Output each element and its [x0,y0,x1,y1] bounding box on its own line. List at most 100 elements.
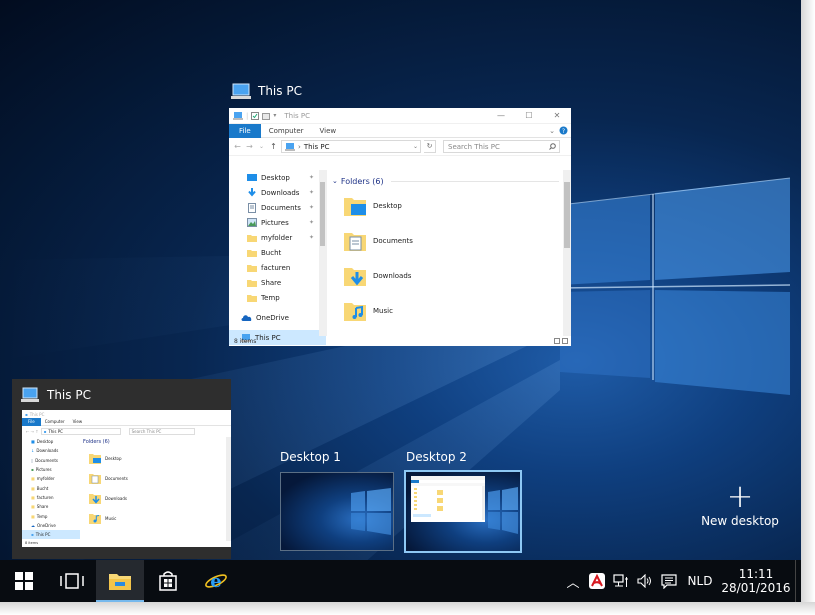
quick-access-dropdown-icon[interactable]: ▾ [273,112,276,119]
large-icons-view-icon[interactable] [562,338,568,344]
mini-nav-label: Downloads [36,448,59,454]
avira-tray-icon[interactable] [585,573,609,589]
folder-item-downloads[interactable]: Downloads [327,258,571,293]
mini-folder-icon: ■ [31,485,35,491]
tab-file[interactable]: File [229,123,261,138]
folder-icon [247,294,257,302]
mini-nav-item: ☁ OneDrive [22,521,80,530]
nav-item-facturen[interactable]: facturen [229,260,326,275]
downloads-folder-icon [344,267,366,286]
input-language-indicator[interactable]: NLD [681,574,719,588]
content-scroll-thumb[interactable] [564,182,570,248]
show-hidden-icons-chevron-icon[interactable]: ︿ [561,572,585,591]
minimize-icon[interactable]: — [487,111,515,120]
clock[interactable]: 11:11 28/01/2016 [719,567,793,595]
nav-item-onedrive[interactable]: OneDrive [229,310,326,325]
mini-nav-item: ■ Desktop [22,437,80,446]
network-tray-icon[interactable] [609,574,633,588]
ribbon-expand-icon[interactable]: ⌄ [549,127,555,135]
mini-nav-label: OneDrive [37,522,56,528]
window-title-bar[interactable]: This PC [230,80,302,102]
file-explorer-taskbar-button[interactable] [96,560,144,602]
back-arrow-icon[interactable]: ← [233,142,242,151]
mini-nav-item: ■ Bucht [22,483,80,492]
store-taskbar-button[interactable] [144,560,192,602]
pictures-folder-icon [247,218,257,227]
nav-item-desktop[interactable]: Desktop ✦ [229,170,326,185]
mini-group-header: Folders (6) [83,439,110,445]
start-icon [15,572,33,590]
nav-item-downloads[interactable]: Downloads ✦ [229,185,326,200]
new-desktop-label: New desktop [701,514,779,528]
mini-tab-view: View [72,418,83,424]
new-folder-icon[interactable] [262,112,271,120]
nav-pane-scrollbar[interactable] [319,170,326,336]
nav-item-myfolder[interactable]: myfolder ✦ [229,230,326,245]
folder-icon [247,264,257,272]
item-count: 8 items [234,337,257,345]
forward-arrow-icon[interactable]: → [245,142,254,151]
address-bar[interactable]: › This PC ⌄ [281,140,421,153]
maximize-icon[interactable]: ☐ [515,111,543,120]
up-arrow-icon[interactable]: ↑ [269,142,278,151]
task-view-icon [60,573,84,589]
address-text: This PC [303,142,330,151]
nav-label: Downloads [261,188,300,197]
nav-item-pictures[interactable]: Pictures ✦ [229,215,326,230]
desktop-1-logo [351,488,391,535]
pin-icon: ✦ [308,204,314,211]
desktop-2-window-thumbnail [411,476,485,522]
address-dropdown-icon[interactable]: ⌄ [413,143,420,150]
tile-header: This PC [21,387,91,403]
folder-item-documents[interactable]: Documents [327,223,571,258]
collapse-chevron-icon[interactable]: ⌄ [332,177,338,185]
desktop-2-explorer-sketch [411,476,485,520]
folder-icon [247,234,257,242]
nav-item-bucht[interactable]: Bucht [229,245,326,260]
tab-view[interactable]: View [312,124,345,138]
desktop-2-thumbnail[interactable] [404,470,522,553]
navigation-pane[interactable]: Desktop ✦ Downloads ✦ Documents ✦ Pictures ✦… [229,170,327,345]
desktop-1-thumbnail[interactable] [280,472,394,551]
nav-pane-scroll-thumb[interactable] [320,182,325,246]
new-desktop-button[interactable]: + New desktop [700,480,780,528]
mini-address-pc-icon: ▪ [43,428,47,434]
music-folder-icon [344,302,366,321]
screenshot-shadow-right [801,0,815,615]
recent-dropdown-icon[interactable]: ⌄ [257,143,266,150]
tile-title: This PC [47,388,91,402]
internet-explorer-icon: e [205,571,227,592]
help-icon[interactable]: ? [559,126,568,135]
documents-folder-icon [248,202,256,213]
volume-tray-icon[interactable] [633,574,657,588]
explorer-titlebar: | ▾ This PC — ☐ ✕ [229,108,571,124]
folders-group-header[interactable]: ⌄ Folders (6) [327,170,571,188]
nav-item-documents[interactable]: Documents ✦ [229,200,326,215]
mini-nav-item: ▪ This PC [22,529,80,540]
desktop-folder-icon [89,453,101,464]
search-input[interactable]: Search This PC [443,140,560,153]
content-scrollbar[interactable] [563,170,571,336]
nav-item-temp[interactable]: Temp [229,290,326,305]
screenshot-shadow-bottom [0,602,815,615]
close-icon[interactable]: ✕ [543,111,571,120]
folder-item-music[interactable]: Music [327,293,571,328]
file-explorer-window[interactable]: | ▾ This PC — ☐ ✕ File Computer View ⌄ ?… [229,108,571,346]
properties-icon[interactable] [251,111,260,120]
mini-nav-label: myfolder [36,476,55,482]
this-pc-small-icon [233,111,243,120]
downloads-folder-icon [248,188,256,197]
internet-explorer-taskbar-button[interactable]: e [192,560,240,602]
folder-item-desktop[interactable]: Desktop [327,188,571,223]
start-button[interactable] [0,560,48,602]
action-center-tray-icon[interactable] [657,573,681,589]
refresh-icon[interactable]: ↻ [424,140,436,153]
nav-item-share[interactable]: Share [229,275,326,290]
content-pane[interactable]: ⌄ Folders (6) Desktop Documents Download… [327,170,571,336]
tab-computer[interactable]: Computer [261,124,312,138]
task-view-button[interactable] [48,560,96,602]
mini-onedrive-icon: ☁ [31,522,35,528]
details-view-icon[interactable] [554,338,560,344]
task-view-window-tile[interactable]: This PC ▪ This PC File Computer View ← → ↑ ▪… [12,379,231,559]
mini-nav-item: ▪ Pictures [22,465,80,474]
